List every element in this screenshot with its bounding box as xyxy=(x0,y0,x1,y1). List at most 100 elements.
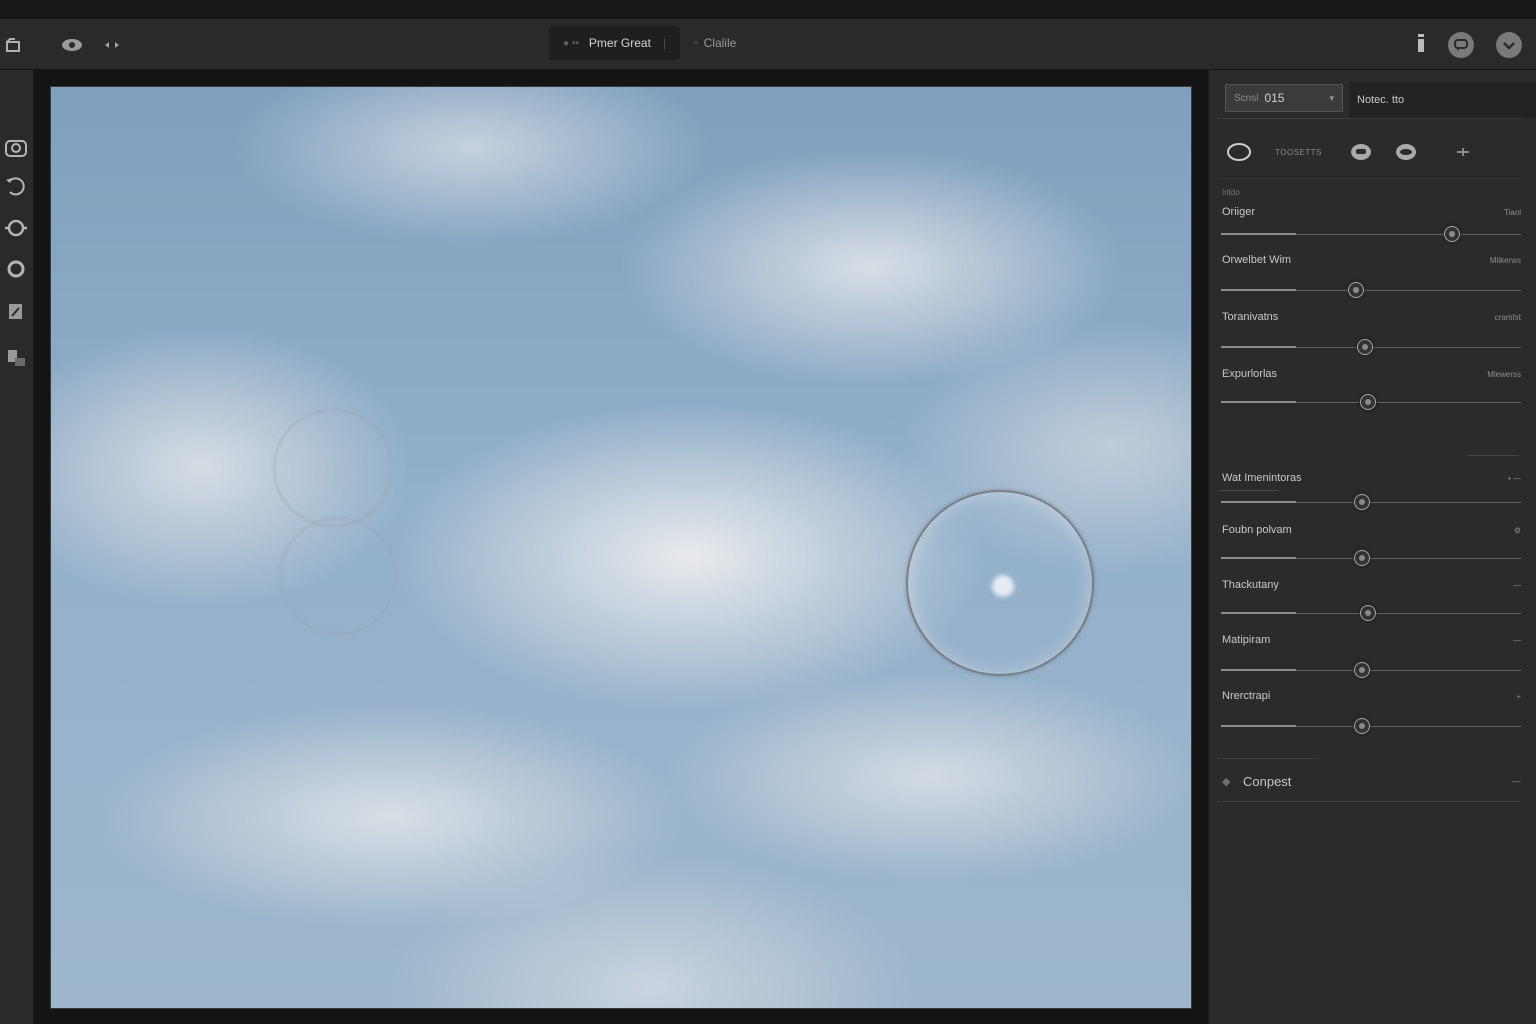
compare-button[interactable] xyxy=(98,20,126,70)
slider-handle[interactable] xyxy=(1354,662,1370,678)
brush-cursor-circle[interactable] xyxy=(906,490,1094,676)
slider-handle[interactable] xyxy=(1354,494,1370,510)
slider-row: Foubn polvam ⚙ xyxy=(1221,524,1521,570)
slider-row: Thackutany — xyxy=(1221,579,1521,625)
rail-layers-button[interactable] xyxy=(2,344,30,372)
tab-bar: ● ▪▪ Pmer Great | ▫ Clalile xyxy=(549,26,750,60)
slider-fill xyxy=(1221,289,1296,291)
slider-handle[interactable] xyxy=(1354,550,1370,566)
menu-button[interactable] xyxy=(1496,32,1522,58)
slider-value: cramfst xyxy=(1494,313,1521,322)
title-bar xyxy=(0,0,1536,20)
mask-button[interactable] xyxy=(1340,130,1382,174)
bubble-reflection xyxy=(279,517,397,635)
notes-field[interactable]: Notec. tto xyxy=(1349,82,1536,118)
adjustments-panel: Scnsl 015 ▾ Notec. tto TOOSETTS Iritdo O… xyxy=(1208,70,1536,1024)
eye-icon xyxy=(62,39,82,51)
info-icon xyxy=(1418,33,1424,52)
slider-value: ⚙ xyxy=(1513,526,1521,535)
arrows-icon xyxy=(105,42,119,48)
tool-rail xyxy=(0,70,34,1024)
tab-prefix: ● ▪▪ xyxy=(563,37,579,49)
slider-row: Toranivatns cramfst xyxy=(1221,311,1521,357)
slider-row: Matipiram — xyxy=(1221,634,1521,680)
slider-label: Expurlorlas xyxy=(1222,368,1278,380)
chevron-down-icon xyxy=(1503,42,1515,50)
tab-pmer-great[interactable]: ● ▪▪ Pmer Great | xyxy=(549,26,681,60)
slider-fill xyxy=(1221,346,1296,348)
slider-handle[interactable] xyxy=(1360,605,1376,621)
section-label: Iritdo xyxy=(1222,188,1240,197)
tab-label: Pmer Great xyxy=(588,36,651,50)
info-button[interactable] xyxy=(1416,33,1426,58)
circle-select-icon xyxy=(1227,143,1251,161)
tool-row-label: TOOSETTS xyxy=(1275,147,1322,157)
photo-preview[interactable] xyxy=(50,86,1192,1009)
rotate-icon xyxy=(6,177,25,196)
preview-button[interactable] xyxy=(1382,130,1430,174)
diamond-icon: ◆ xyxy=(1222,775,1231,788)
crop-button[interactable] xyxy=(2,20,28,70)
rail-flag-button[interactable] xyxy=(2,298,30,326)
slider-row: Orwelbet Wim Mlikerws xyxy=(1221,254,1521,300)
layers-icon xyxy=(8,350,25,366)
slider-fill xyxy=(1221,401,1296,403)
divider xyxy=(1217,178,1521,179)
panel-footer: ◆ Conpest — xyxy=(1217,762,1521,800)
plus-icon xyxy=(1456,148,1469,156)
circle-icon xyxy=(7,260,25,278)
slider-label: Foubn polvam xyxy=(1222,524,1292,536)
rail-target-button[interactable] xyxy=(2,214,30,242)
slider-handle[interactable] xyxy=(1360,394,1376,410)
slider-fill xyxy=(1221,501,1296,503)
collapsed-group-marker xyxy=(1219,490,1279,491)
brush-center-dot xyxy=(992,575,1014,597)
tab-separator: | xyxy=(662,36,667,50)
conpest-button[interactable]: Conpest xyxy=(1243,774,1291,789)
rail-rotate-button[interactable] xyxy=(2,172,30,200)
slider-fill xyxy=(1221,669,1296,671)
slider-row: Oriiger Tiaol xyxy=(1221,206,1521,252)
preset-value: 015 xyxy=(1264,91,1285,105)
divider xyxy=(1217,758,1317,759)
mask-icon xyxy=(1350,144,1371,160)
toolbar-right-icons xyxy=(1416,20,1522,70)
panel-tool-row: TOOSETTS xyxy=(1217,130,1521,174)
slider-value: — xyxy=(1513,636,1521,645)
preset-dropdown-icon: ▾ xyxy=(1329,92,1334,103)
slider-label: Matipiram xyxy=(1222,634,1271,646)
chat-button[interactable] xyxy=(1448,32,1474,58)
slider-fill xyxy=(1221,612,1296,614)
slider-handle[interactable] xyxy=(1354,718,1370,734)
panel-header: Scnsl 015 ▾ Notec. tto xyxy=(1217,82,1536,118)
slider-handle[interactable] xyxy=(1357,339,1373,355)
circle-select-button[interactable] xyxy=(1217,130,1261,174)
rail-circle-button[interactable] xyxy=(2,255,30,283)
slider-handle[interactable] xyxy=(1444,226,1460,242)
eye-icon xyxy=(1395,144,1416,160)
tab-prefix: ▫ xyxy=(694,37,698,49)
slider-label: Thackutany xyxy=(1222,579,1279,591)
slider-label: Oriiger xyxy=(1222,206,1256,218)
tab-clalile[interactable]: ▫ Clalile xyxy=(680,26,750,60)
slider-value: Tiaol xyxy=(1503,208,1521,217)
top-toolbar: ● ▪▪ Pmer Great | ▫ Clalile xyxy=(0,20,1536,70)
slider-fill xyxy=(1221,557,1296,559)
crop-icon xyxy=(6,38,20,52)
slider-fill xyxy=(1221,233,1296,235)
slider-value: — xyxy=(1513,581,1521,590)
canvas-area[interactable] xyxy=(34,70,1208,1024)
rail-camera-button[interactable] xyxy=(2,133,30,161)
tab-label: Clalile xyxy=(703,36,737,50)
notes-label: Notec. tto xyxy=(1357,94,1405,106)
slider-label: Wat Imenintoras xyxy=(1222,472,1302,484)
add-button[interactable] xyxy=(1430,130,1496,174)
slider-label: Nrerctrapi xyxy=(1222,690,1271,702)
slider-fill xyxy=(1221,725,1296,727)
slider-value: Mlewerss xyxy=(1487,370,1521,379)
preset-selector[interactable]: Scnsl 015 ▾ xyxy=(1225,84,1343,112)
flag-icon xyxy=(9,304,22,319)
view-button[interactable] xyxy=(58,20,86,70)
slider-handle[interactable] xyxy=(1348,282,1364,298)
camera-icon xyxy=(5,140,27,157)
